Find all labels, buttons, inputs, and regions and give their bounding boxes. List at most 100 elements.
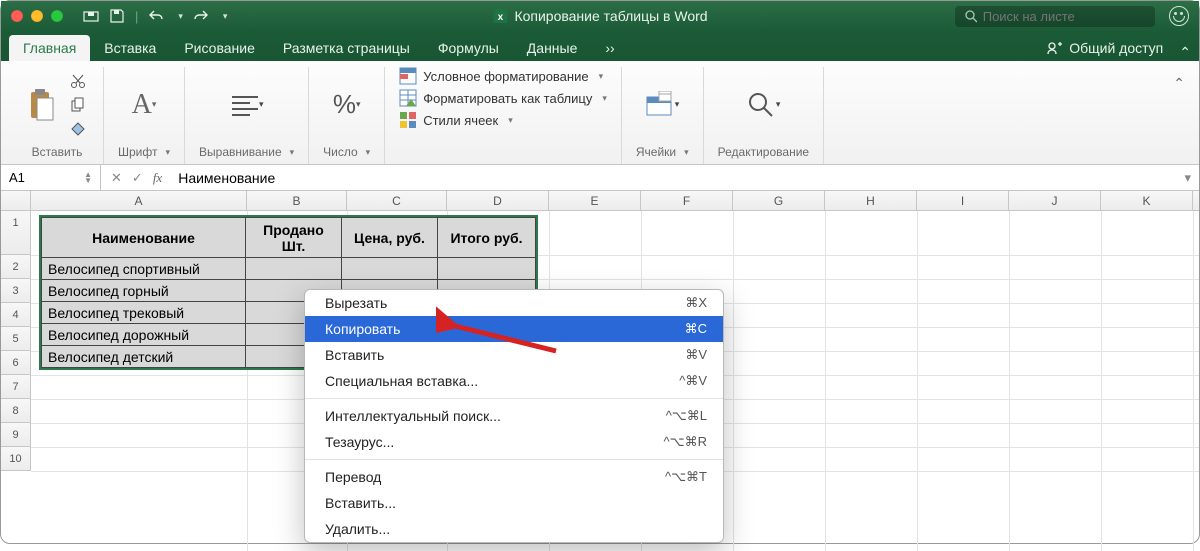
collapse-ribbon-icon[interactable]: ⌃ [1179,44,1191,61]
tab-formulas[interactable]: Формулы [424,35,513,61]
context-menu-item[interactable]: Удалить... [305,516,723,542]
menu-item-shortcut: ⌘X [685,295,707,311]
context-menu-item[interactable]: Интеллектуальный поиск...^⌥⌘L [305,403,723,429]
share-button[interactable]: Общий доступ [1037,35,1173,61]
fx-icon[interactable]: fx [153,170,162,186]
col-header[interactable]: D [447,191,549,210]
name-box[interactable]: A1 ▲▼ [1,165,101,190]
context-menu: Вырезать ⌘X Копировать⌘CВставить⌘VСпециаль… [304,289,724,543]
save-icon[interactable] [109,8,125,24]
as-table-label: Форматировать как таблицу [423,91,592,106]
table-row[interactable]: Велосипед спортивный [42,258,536,280]
namebox-stepper[interactable]: ▲▼ [84,172,92,184]
minimize-window-icon[interactable] [31,10,43,22]
row-header[interactable]: 10 [1,447,31,471]
col-header[interactable]: J [1009,191,1101,210]
format-painter-icon[interactable] [67,120,89,138]
row-header[interactable]: 5 [1,327,31,351]
paste-button[interactable] [25,88,59,122]
col-header[interactable]: C [347,191,447,210]
menu-item-shortcut: ^⌥⌘R [664,434,707,450]
autosave-icon[interactable] [83,8,99,24]
close-window-icon[interactable] [11,10,23,22]
search-input[interactable] [983,9,1145,24]
share-label: Общий доступ [1069,40,1163,56]
group-cells: ▾ Ячейки▾ [622,67,704,164]
titlebar: | ▾ ▾ x Копирование таблицы в Word [1,1,1199,31]
window-controls [11,10,63,22]
feedback-icon[interactable] [1169,6,1189,26]
menu-item-label: Тезаурус... [325,434,394,450]
group-editing: ▾ Редактирование [704,67,824,164]
cell[interactable]: Велосипед трековый [42,302,246,324]
cut-icon[interactable] [67,72,89,90]
undo-icon[interactable] [148,8,164,24]
excel-file-icon: x [492,8,508,24]
align-icon [230,93,259,117]
group-label-cells: Ячейки [636,145,676,159]
cond-fmt-icon [399,67,417,85]
formula-input[interactable] [172,170,1176,186]
tab-data[interactable]: Данные [513,35,592,61]
col-header[interactable]: F [641,191,733,210]
context-menu-item[interactable]: Вставить⌘V [305,342,723,368]
redo-icon[interactable] [193,8,209,24]
cells-button[interactable]: ▾ [645,88,679,122]
context-menu-item[interactable]: Тезаурус... ^⌥⌘R [305,429,723,455]
col-header[interactable]: I [917,191,1009,210]
tab-overflow[interactable]: ›› [591,35,628,61]
cell-styles-label: Стили ячеек [423,113,498,128]
col-header[interactable]: K [1101,191,1193,210]
font-button[interactable]: A▾ [127,88,161,122]
conditional-formatting-button[interactable]: Условное форматирование▾ [399,67,607,85]
cell[interactable]: Велосипед дорожный [42,324,246,346]
copy-icon[interactable] [67,96,89,114]
row-header[interactable]: 1 [1,211,31,255]
row-header[interactable]: 9 [1,423,31,447]
context-menu-item[interactable]: Вырезать ⌘X [305,290,723,316]
col-header[interactable]: H [825,191,917,210]
context-menu-item[interactable]: Перевод^⌥⌘T [305,464,723,490]
tab-home[interactable]: Главная [9,35,90,61]
row-header[interactable]: 4 [1,303,31,327]
col-header[interactable]: A [31,191,247,210]
editing-button[interactable]: ▾ [746,88,780,122]
group-clipboard: Вставить [11,67,104,164]
tab-page-layout[interactable]: Разметка страницы [269,35,424,61]
expand-formula-bar-icon[interactable]: ▾ [1176,170,1199,186]
cancel-formula-icon[interactable]: ✕ [111,170,122,186]
col-header[interactable]: B [247,191,347,210]
group-label-paste: Вставить [32,145,83,159]
row-header[interactable]: 8 [1,399,31,423]
accept-formula-icon[interactable]: ✓ [132,170,143,186]
group-label-align: Выравнивание [199,145,282,159]
context-menu-item[interactable]: Специальная вставка...^⌘V [305,368,723,394]
number-button[interactable]: %▾ [330,88,364,122]
row-headers: 1 2 3 4 5 6 7 8 9 10 [1,211,31,551]
table-header: Продано Шт. [246,218,342,258]
row-header[interactable]: 7 [1,375,31,399]
context-menu-item[interactable]: Вставить... [305,490,723,516]
cell[interactable]: Велосипед спортивный [42,258,246,280]
format-as-table-button[interactable]: Форматировать как таблицу▾ [399,89,607,107]
maximize-window-icon[interactable] [51,10,63,22]
col-header[interactable]: G [733,191,825,210]
row-header[interactable]: 2 [1,255,31,279]
select-all-corner[interactable] [1,191,31,210]
cell[interactable]: Велосипед детский [42,346,246,368]
menu-item-label: Копировать [325,321,400,337]
alignment-button[interactable]: ▾ [230,88,264,122]
col-header[interactable]: E [549,191,641,210]
tab-insert[interactable]: Вставка [90,35,170,61]
menu-item-label: Вырезать [325,295,387,311]
cell-styles-button[interactable]: Стили ячеек▾ [399,111,607,129]
row-header[interactable]: 6 [1,351,31,375]
context-menu-item[interactable]: Копировать⌘C [305,316,723,342]
menu-item-label: Перевод [325,469,381,485]
cell[interactable]: Велосипед горный [42,280,246,302]
tab-draw[interactable]: Рисование [170,35,269,61]
search-box[interactable] [955,6,1155,27]
ribbon-collapse-icon[interactable]: ⌃ [1169,71,1189,96]
row-header[interactable]: 3 [1,279,31,303]
document-title-text: Копирование таблицы в Word [514,8,707,24]
